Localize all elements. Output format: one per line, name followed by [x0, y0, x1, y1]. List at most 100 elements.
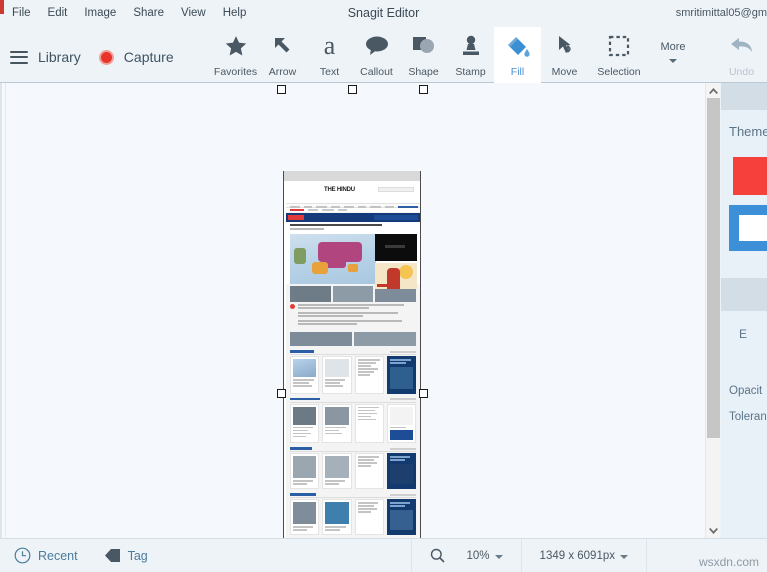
tool-label: Selection — [597, 66, 641, 78]
tool-group: Favorites Arrow a Text Callout Shape Sta… — [212, 27, 767, 83]
section-header-3 — [290, 446, 416, 452]
tool-shape[interactable]: Shape — [400, 27, 447, 83]
lead-headline — [286, 222, 420, 232]
hamburger-icon[interactable] — [10, 50, 28, 64]
tool-favorites[interactable]: Favorites — [212, 27, 259, 83]
marquee-selection-icon — [607, 31, 631, 61]
dimensions-dropdown[interactable]: 1349 x 6091px — [540, 550, 628, 562]
zoom-level-value: 10% — [466, 549, 490, 562]
move-cursor-icon — [553, 31, 577, 61]
recent-label: Recent — [38, 548, 78, 563]
theme-swatch-blue[interactable] — [729, 205, 767, 251]
panel-section-themes: Theme — [729, 124, 767, 139]
panel-section-effects: E — [739, 327, 748, 341]
shape-icon — [411, 31, 437, 61]
card-row-international — [286, 403, 420, 443]
arrow-icon — [271, 31, 295, 61]
undo-label: Undo — [728, 66, 755, 78]
tool-stamp[interactable]: Stamp — [447, 27, 494, 83]
text-a-icon: a — [323, 31, 336, 60]
webpage-content: THE HINDU — [286, 181, 420, 538]
star-icon — [223, 31, 249, 61]
menu-bar: File Edit Image Share View Help Snagit E… — [0, 0, 767, 27]
callout-bubble-icon — [364, 31, 390, 61]
banner-badge — [288, 215, 304, 220]
selection-handle-middle-right[interactable] — [419, 389, 428, 398]
hero-section — [286, 232, 420, 289]
toolbar-left-group: Library Capture — [10, 49, 174, 65]
tool-label: Arrow — [268, 66, 297, 78]
captured-image[interactable]: THE HINDU — [283, 171, 421, 538]
section-header-national — [290, 349, 416, 355]
card-row-national — [286, 356, 420, 394]
status-bar: Recent Tag 10% 1349 x 6091px wsxdn.com — [0, 538, 767, 572]
browser-chrome-strip — [284, 171, 420, 181]
library-button[interactable]: Library — [38, 49, 81, 65]
section-header-4 — [290, 492, 416, 498]
site-logo: THE HINDU — [324, 187, 355, 193]
panel-header-band — [721, 83, 767, 110]
canvas-left-border-2 — [5, 83, 6, 538]
tool-more[interactable]: More — [650, 27, 696, 83]
undo-arrow-icon — [729, 31, 755, 61]
site-search-box — [378, 187, 414, 192]
site-subnav — [286, 208, 420, 212]
scroll-down-arrow-icon[interactable] — [706, 523, 721, 538]
selection-handle-top-center[interactable] — [348, 85, 357, 94]
tag-icon — [104, 549, 120, 562]
tool-selection[interactable]: Selection — [588, 27, 650, 83]
account-email[interactable]: smritimittal05@gm — [607, 0, 767, 27]
status-divider-3 — [646, 538, 647, 572]
capture-button[interactable]: Capture — [124, 49, 174, 65]
selection-handle-top-right[interactable] — [419, 85, 428, 94]
thumbnail-row-2 — [286, 330, 420, 346]
tool-label: Move — [551, 66, 578, 78]
undo-button[interactable]: Undo — [718, 27, 765, 83]
snagit-editor-window: File Edit Image Share View Help Snagit E… — [0, 0, 767, 572]
selection-handle-middle-left[interactable] — [277, 389, 286, 398]
record-dot-icon[interactable] — [98, 49, 114, 65]
zoom-level-dropdown[interactable]: 10% — [467, 550, 503, 562]
stamp-icon — [459, 31, 483, 61]
chevron-down-icon — [620, 554, 628, 559]
chevron-down-icon — [669, 59, 677, 63]
site-masthead: THE HINDU — [286, 181, 420, 203]
watermark: wsxdn.com — [698, 555, 759, 569]
tool-label: Stamp — [455, 66, 486, 78]
magnifier-icon[interactable] — [430, 548, 445, 563]
dimensions-value: 1349 x 6091px — [539, 549, 615, 562]
recent-button[interactable]: Recent — [14, 547, 78, 564]
panel-divider-band — [721, 278, 767, 311]
headline-list — [286, 302, 420, 330]
more-label: More — [660, 41, 686, 53]
tool-fill[interactable]: Fill — [494, 27, 541, 83]
zoom-group: 10% — [412, 548, 521, 563]
editor-canvas[interactable]: THE HINDU — [0, 83, 705, 538]
ad-light — [375, 263, 417, 289]
tool-label: Favorites — [213, 66, 258, 78]
clock-icon — [14, 547, 31, 564]
tolerance-label: Toleran — [729, 411, 767, 423]
tool-text[interactable]: a Text — [306, 27, 353, 83]
banner-right — [374, 215, 418, 220]
tool-callout[interactable]: Callout — [353, 27, 400, 83]
tool-arrow[interactable]: Arrow — [259, 27, 306, 83]
fill-bucket-icon — [505, 31, 531, 61]
tool-label: Callout — [360, 66, 393, 78]
map-graphic — [290, 234, 376, 284]
theme-swatch-red[interactable] — [733, 157, 767, 195]
main-toolbar: Library Capture Favorites Arrow a Text C… — [0, 27, 767, 83]
site-banner — [286, 213, 420, 222]
section-header-international — [290, 397, 416, 403]
scroll-up-arrow-icon[interactable] — [706, 83, 721, 98]
tag-label: Tag — [127, 548, 148, 563]
tool-label: Shape — [408, 66, 439, 78]
tag-button[interactable]: Tag — [104, 548, 148, 563]
opacity-label: Opacit — [729, 385, 763, 397]
card-row-4 — [286, 499, 420, 535]
chevron-down-icon — [494, 554, 503, 559]
canvas-vertical-scrollbar[interactable] — [705, 83, 720, 538]
selection-handle-top-left[interactable] — [277, 85, 286, 94]
scrollbar-thumb[interactable] — [707, 98, 720, 438]
tool-move[interactable]: Move — [541, 27, 588, 83]
